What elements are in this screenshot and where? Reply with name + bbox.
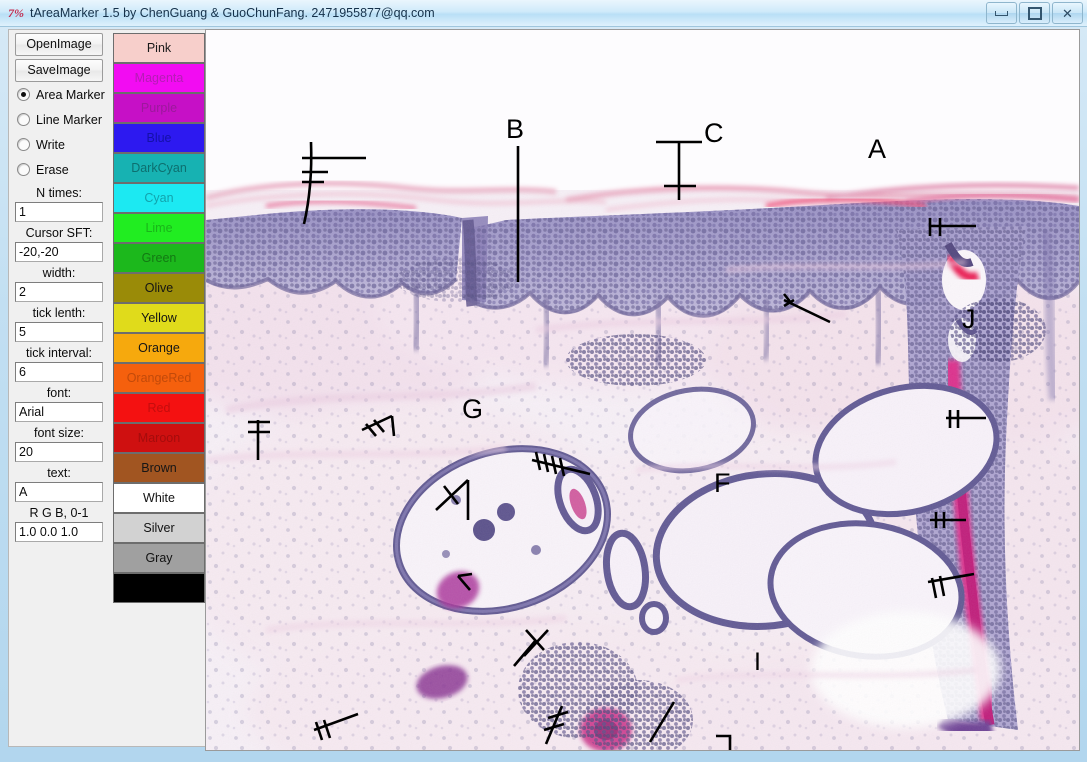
color-button-label: Silver xyxy=(143,521,175,535)
mode-erase[interactable]: Erase xyxy=(9,157,109,182)
color-button-label: Lime xyxy=(145,221,173,235)
color-button-label: Gray xyxy=(145,551,173,565)
window-title: tAreaMarker 1.5 by ChenGuang & GuoChunFa… xyxy=(30,6,435,20)
close-button[interactable]: ✕ xyxy=(1052,2,1083,24)
color-button-cyan[interactable]: Cyan xyxy=(113,183,205,213)
color-button-orange[interactable]: Orange xyxy=(113,333,205,363)
marker-label-C: C xyxy=(704,118,724,148)
control-panel: OpenImage SaveImage Area Marker Line Mar… xyxy=(8,29,206,747)
color-button-red[interactable]: Red xyxy=(113,393,205,423)
color-button-label: Olive xyxy=(144,281,174,295)
color-button-brown[interactable]: Brown xyxy=(113,453,205,483)
open-image-button[interactable]: OpenImage xyxy=(15,33,103,56)
color-palette: Pink Magenta Purple Blue DarkCyan Cyan Lime Gre… xyxy=(113,33,205,603)
marker-label-J: J xyxy=(962,304,976,334)
tick-length-label: tick lenth: xyxy=(32,306,86,320)
color-button-maroon[interactable]: Maroon xyxy=(113,423,205,453)
color-button-label: Green xyxy=(141,251,177,265)
mode-label: Area Marker xyxy=(36,87,105,102)
color-button-label: Pink xyxy=(146,41,172,55)
mode-area-marker[interactable]: Area Marker xyxy=(9,82,109,107)
font-label: font: xyxy=(46,386,72,400)
close-icon: ✕ xyxy=(1062,5,1073,21)
tick-interval-input[interactable]: 6 xyxy=(15,362,103,382)
mode-write[interactable]: Write xyxy=(9,132,109,157)
color-button-label: Orange xyxy=(138,341,180,355)
color-button-silver[interactable]: Silver xyxy=(113,513,205,543)
rgb-input[interactable]: 1.0 0.0 1.0 xyxy=(15,522,103,542)
tick-length-input[interactable]: 5 xyxy=(15,322,103,342)
color-button-label: Brown xyxy=(141,461,177,475)
color-button-label: Purple xyxy=(140,101,178,115)
color-button-green[interactable]: Green xyxy=(113,243,205,273)
minimize-button[interactable] xyxy=(986,2,1017,24)
marker-label-F: F xyxy=(714,468,731,498)
color-button-label: Red xyxy=(147,401,171,415)
marker-label-I: I xyxy=(754,648,761,676)
radio-icon xyxy=(17,88,30,101)
title-bar: 7% tAreaMarker 1.5 by ChenGuang & GuoChu… xyxy=(0,0,1087,27)
color-button-label: Cyan xyxy=(144,191,174,205)
save-image-button[interactable]: SaveImage xyxy=(15,59,103,82)
color-button-gray[interactable]: Gray xyxy=(113,543,205,573)
mode-label: Line Marker xyxy=(36,112,102,127)
color-button-pink[interactable]: Pink xyxy=(113,33,205,63)
marker-label-H: H xyxy=(924,748,944,750)
n-times-label: N times: xyxy=(36,186,82,200)
maximize-icon xyxy=(1027,6,1042,20)
radio-icon xyxy=(17,113,30,126)
radio-icon xyxy=(17,163,30,176)
app-icon: 7% xyxy=(8,5,24,20)
image-canvas-area[interactable]: B C A J G F I xyxy=(205,29,1080,751)
control-column: OpenImage SaveImage Area Marker Line Mar… xyxy=(9,30,109,542)
color-button-yellow[interactable]: Yellow xyxy=(113,303,205,333)
width-input[interactable]: 2 xyxy=(15,282,103,302)
mode-line-marker[interactable]: Line Marker xyxy=(9,107,109,132)
mode-label: Erase xyxy=(36,162,69,177)
color-button-lime[interactable]: Lime xyxy=(113,213,205,243)
tick-interval-label: tick interval: xyxy=(26,346,92,360)
color-button-label: Blue xyxy=(146,131,172,145)
app-window: 7% tAreaMarker 1.5 by ChenGuang & GuoChu… xyxy=(0,0,1087,762)
marker-label-A: A xyxy=(868,134,886,164)
color-button-label: OrangeRed xyxy=(126,371,192,385)
color-button-label: DarkCyan xyxy=(131,161,187,175)
color-button-label: Yellow xyxy=(141,311,177,325)
color-button-orangered[interactable]: OrangeRed xyxy=(113,363,205,393)
maximize-button[interactable] xyxy=(1019,2,1050,24)
color-button-label: Magenta xyxy=(134,71,184,85)
font-input[interactable]: Arial xyxy=(15,402,103,422)
marker-label-G: G xyxy=(462,394,483,424)
rgb-label: R G B, 0-1 xyxy=(29,506,89,520)
radio-icon xyxy=(17,138,30,151)
color-button-label: White xyxy=(143,491,175,505)
color-button-blue[interactable]: Blue xyxy=(113,123,205,153)
color-button-olive[interactable]: Olive xyxy=(113,273,205,303)
cursor-sft-label: Cursor SFT: xyxy=(25,226,93,240)
histology-image[interactable]: B C A J G F I xyxy=(206,30,1079,750)
text-input[interactable]: A xyxy=(15,482,103,502)
font-size-label: font size: xyxy=(33,426,85,440)
color-button-label: Maroon xyxy=(137,431,181,445)
color-button-white[interactable]: White xyxy=(113,483,205,513)
mode-label: Write xyxy=(36,137,65,152)
color-button-black[interactable]: Black xyxy=(113,573,205,603)
color-button-darkcyan[interactable]: DarkCyan xyxy=(113,153,205,183)
color-button-purple[interactable]: Purple xyxy=(113,93,205,123)
color-button-magenta[interactable]: Magenta xyxy=(113,63,205,93)
font-size-input[interactable]: 20 xyxy=(15,442,103,462)
cursor-sft-input[interactable]: -20,-20 xyxy=(15,242,103,262)
width-label: width: xyxy=(42,266,76,280)
text-label: text: xyxy=(47,466,71,480)
minimize-icon xyxy=(995,10,1008,16)
n-times-input[interactable]: 1 xyxy=(15,202,103,222)
histology-svg: B C A J G F I xyxy=(206,30,1079,750)
window-controls: ✕ xyxy=(986,2,1083,24)
marker-label-B: B xyxy=(506,114,524,144)
